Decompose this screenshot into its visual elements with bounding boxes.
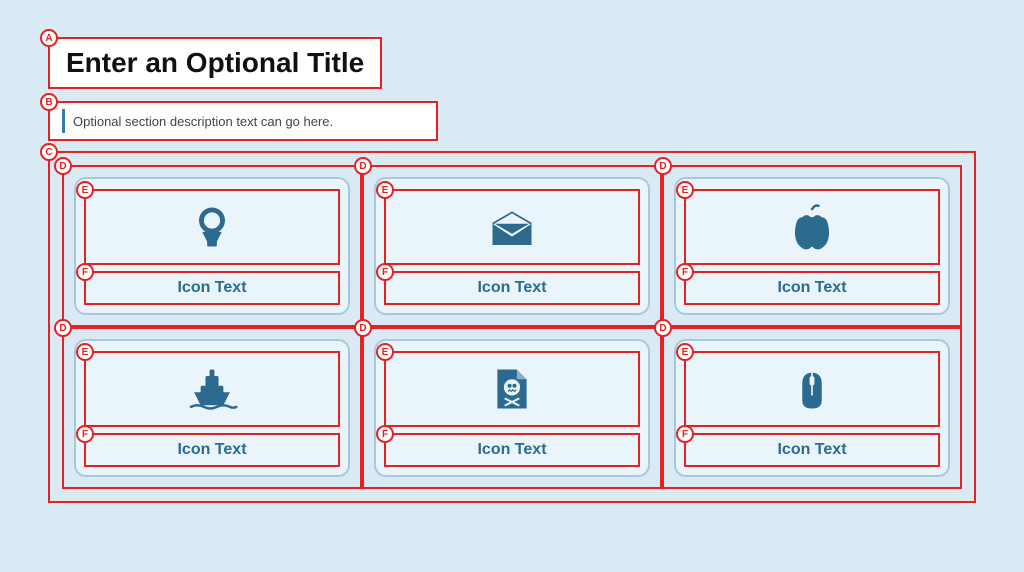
label-D-6: D [654, 319, 672, 337]
description-bar [62, 109, 65, 133]
title-section: A Enter an Optional Title [48, 37, 382, 89]
card-cell-4: D E [62, 327, 362, 489]
award-icon [186, 201, 238, 253]
card-text-2: Icon Text [477, 279, 546, 296]
card-text-5: Icon Text [477, 441, 546, 458]
label-E-2: E [376, 181, 394, 199]
page-title: Enter an Optional Title [66, 47, 364, 79]
label-D-4: D [54, 319, 72, 337]
inner-card-4: E [74, 339, 350, 477]
text-area-3: F Icon Text [684, 271, 940, 305]
inner-card-6: E F Icon Text [674, 339, 950, 477]
card-cell-3: D E F Icon Text [662, 165, 962, 327]
envelope-icon [486, 201, 538, 253]
label-E-6: E [676, 343, 694, 361]
label-F-6: F [676, 425, 694, 443]
text-area-1: F Icon Text [84, 271, 340, 305]
label-F-3: F [676, 263, 694, 281]
label-B: B [40, 93, 58, 111]
card-text-6: Icon Text [777, 441, 846, 458]
description-section: B Optional section description text can … [48, 101, 438, 141]
inner-card-2: E F Icon Text [374, 177, 650, 315]
label-A: A [40, 29, 58, 47]
card-cell-6: D E F [662, 327, 962, 489]
icon-area-2: E [384, 189, 640, 265]
text-area-5: F Icon Text [384, 433, 640, 467]
ship-icon [186, 363, 238, 415]
label-E-3: E [676, 181, 694, 199]
card-grid: D E F Icon Text [62, 165, 962, 489]
icon-area-3: E [684, 189, 940, 265]
card-text-4: Icon Text [177, 441, 246, 458]
icon-area-6: E [684, 351, 940, 427]
inner-card-3: E F Icon Text [674, 177, 950, 315]
icon-area-5: E [384, 351, 640, 427]
icon-area-4: E [84, 351, 340, 427]
label-F-2: F [376, 263, 394, 281]
card-cell-1: D E F Icon Text [62, 165, 362, 327]
card-text-3: Icon Text [777, 279, 846, 296]
label-E-5: E [376, 343, 394, 361]
card-cell-2: D E F [362, 165, 662, 327]
page-wrapper: A Enter an Optional Title B Optional sec… [32, 21, 992, 551]
label-D-5: D [354, 319, 372, 337]
label-D-3: D [654, 157, 672, 175]
apple-icon [786, 201, 838, 253]
label-F-5: F [376, 425, 394, 443]
card-text-1: Icon Text [177, 279, 246, 296]
label-F-1: F [76, 263, 94, 281]
label-F-4: F [76, 425, 94, 443]
label-C: C [40, 143, 58, 161]
text-area-4: F Icon Text [84, 433, 340, 467]
label-D-1: D [54, 157, 72, 175]
text-area-6: F Icon Text [684, 433, 940, 467]
inner-card-5: E [374, 339, 650, 477]
card-cell-5: D E [362, 327, 662, 489]
mouse-icon [786, 363, 838, 415]
text-area-2: F Icon Text [384, 271, 640, 305]
outer-container: C D E [48, 151, 976, 503]
icon-area-1: E [84, 189, 340, 265]
inner-card-1: E F Icon Text [74, 177, 350, 315]
label-D-2: D [354, 157, 372, 175]
label-E-1: E [76, 181, 94, 199]
label-E-4: E [76, 343, 94, 361]
description-text: Optional section description text can go… [73, 114, 333, 129]
skull-icon [486, 363, 538, 415]
